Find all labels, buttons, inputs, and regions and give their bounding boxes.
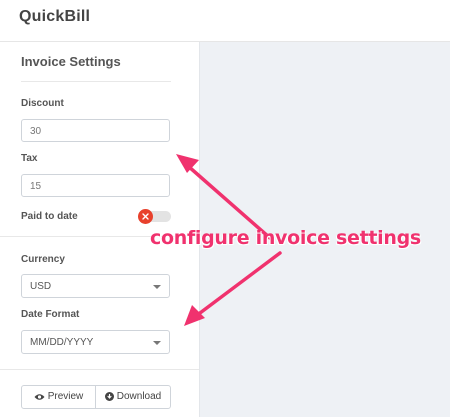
download-circle-icon [104,392,114,401]
preview-button[interactable]: Preview [22,386,96,408]
date-format-label: Date Format [21,309,80,320]
top-bar: QuickBill [0,0,450,42]
annotation-caption: configure invoice settings [150,227,421,249]
preview-label: Preview [47,391,84,402]
tax-input[interactable]: 15 [21,174,170,197]
discount-label: Discount [21,98,64,109]
paid-to-date-label: Paid to date [21,211,78,222]
close-icon [142,213,149,220]
currency-value: USD [30,281,52,292]
eye-icon [34,394,45,400]
section-divider [0,369,199,370]
download-button[interactable]: Download [96,386,170,408]
divider [21,81,171,82]
currency-select[interactable]: USD [21,274,170,298]
currency-label: Currency [21,254,65,265]
paid-to-date-toggle[interactable] [138,209,171,224]
toggle-knob[interactable] [138,209,153,224]
app-title: QuickBill [19,8,91,25]
chevron-down-icon [153,285,161,289]
settings-title: Invoice Settings [21,54,121,69]
discount-input[interactable]: 30 [21,119,170,142]
date-format-select[interactable]: MM/DD/YYYY [21,330,170,354]
action-button-group: Preview Download [21,385,171,409]
date-format-value: MM/DD/YYYY [30,337,94,348]
tax-label: Tax [21,153,38,164]
download-label: Download [116,391,162,402]
chevron-down-icon [153,341,161,345]
